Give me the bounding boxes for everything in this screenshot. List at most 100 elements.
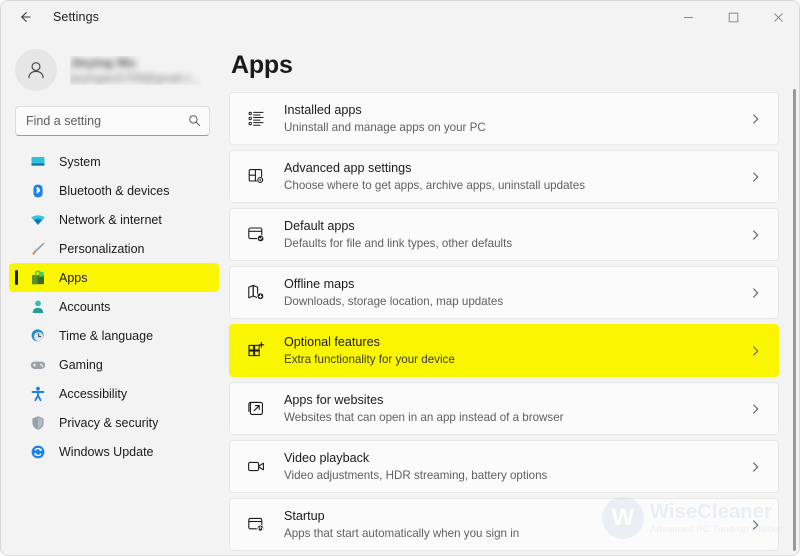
minimize-button[interactable] — [666, 1, 711, 33]
settings-card-startup[interactable]: Startup Apps that start automatically wh… — [229, 498, 779, 551]
sidebar-item-label: Apps — [59, 270, 88, 285]
monitor-icon — [29, 153, 46, 170]
card-title: Installed apps — [284, 102, 362, 117]
sidebar-item-windows-update[interactable]: Windows Update — [9, 437, 219, 466]
search-container — [15, 106, 210, 136]
settings-card-offline-maps[interactable]: Offline maps Downloads, storage location… — [229, 266, 779, 319]
page-title: Apps — [231, 51, 293, 79]
window-title: Settings — [53, 10, 99, 24]
list-icon — [246, 109, 266, 129]
chevron-right-icon — [753, 345, 759, 356]
settings-window: Settings Jieying Wu jieyingwu0709@gmail.… — [0, 0, 800, 556]
settings-card-list: Installed apps Uninstall and manage apps… — [229, 92, 799, 551]
clock-icon — [29, 327, 46, 344]
startup-icon — [246, 515, 266, 535]
account-text: Jieying Wu jieyingwu0709@gmail.c... — [70, 56, 201, 85]
card-text: Offline maps Downloads, storage location… — [284, 277, 503, 309]
person-icon — [28, 62, 44, 79]
wifi-icon — [29, 211, 46, 228]
settings-card-installed-apps[interactable]: Installed apps Uninstall and manage apps… — [229, 92, 779, 145]
maximize-button[interactable] — [711, 1, 756, 33]
video-camera-icon — [246, 457, 266, 477]
sidebar-item-label: Accounts — [59, 299, 111, 314]
account-email: jieyingwu0709@gmail.c... — [70, 72, 201, 85]
sidebar-item-personalization[interactable]: Personalization — [9, 234, 219, 263]
selection-indicator — [15, 270, 18, 285]
settings-card-advanced-app-settings[interactable]: Advanced app settings Choose where to ge… — [229, 150, 779, 203]
card-title: Apps for websites — [284, 392, 384, 407]
sidebar-item-gaming[interactable]: Gaming — [9, 350, 219, 379]
card-title: Optional features — [284, 334, 380, 349]
card-text: Installed apps Uninstall and manage apps… — [284, 103, 486, 135]
card-title: Video playback — [284, 450, 370, 465]
back-button[interactable] — [10, 2, 40, 32]
sidebar-item-network-internet[interactable]: Network & internet — [9, 205, 219, 234]
close-button[interactable] — [756, 1, 799, 33]
shield-icon — [29, 414, 46, 431]
sidebar-item-privacy-security[interactable]: Privacy & security — [9, 408, 219, 437]
app-settings-icon — [246, 167, 266, 187]
card-subtitle: Apps that start automatically when you s… — [284, 526, 520, 540]
account-name: Jieying Wu — [70, 55, 136, 70]
search-input[interactable] — [15, 106, 210, 136]
card-text: Video playback Video adjustments, HDR st… — [284, 451, 547, 483]
sidebar-item-apps[interactable]: Apps — [9, 263, 219, 292]
chevron-right-icon — [753, 113, 759, 124]
card-subtitle: Uninstall and manage apps on your PC — [284, 120, 486, 134]
card-title: Default apps — [284, 218, 355, 233]
gamepad-icon — [29, 356, 46, 373]
sidebar-item-label: Windows Update — [59, 444, 154, 459]
main-scrollbar[interactable] — [792, 89, 796, 555]
sidebar-item-label: Accessibility — [59, 386, 128, 401]
settings-card-video-playback[interactable]: Video playback Video adjustments, HDR st… — [229, 440, 779, 493]
chevron-right-icon — [753, 403, 759, 414]
map-icon — [246, 283, 266, 303]
card-text: Startup Apps that start automatically wh… — [284, 509, 519, 541]
account-summary[interactable]: Jieying Wu jieyingwu0709@gmail.c... — [15, 43, 229, 97]
bluetooth-icon — [29, 182, 46, 199]
title-bar: Settings — [1, 1, 799, 33]
sidebar-item-label: System — [59, 154, 101, 169]
open-external-icon — [246, 399, 266, 419]
sidebar-item-label: Network & internet — [59, 212, 162, 227]
sidebar-item-system[interactable]: System — [9, 147, 219, 176]
sidebar-item-label: Gaming — [59, 357, 103, 372]
card-text: Optional features Extra functionality fo… — [284, 335, 455, 367]
sidebar-item-accessibility[interactable]: Accessibility — [9, 379, 219, 408]
sidebar-item-time-language[interactable]: Time & language — [9, 321, 219, 350]
main-content: Apps Installed apps Uninstall and manage… — [229, 33, 799, 555]
card-subtitle: Websites that can open in an app instead… — [284, 410, 564, 424]
card-subtitle: Video adjustments, HDR streaming, batter… — [284, 468, 548, 482]
card-text: Advanced app settings Choose where to ge… — [284, 161, 585, 193]
chevron-right-icon — [753, 461, 759, 472]
card-subtitle: Downloads, storage location, map updates — [284, 294, 504, 308]
card-text: Apps for websites Websites that can open… — [284, 393, 564, 425]
sidebar: Jieying Wu jieyingwu0709@gmail.c... Find… — [1, 33, 229, 555]
settings-card-optional-features[interactable]: Optional features Extra functionality fo… — [229, 324, 779, 377]
card-text: Default apps Defaults for file and link … — [284, 219, 512, 251]
window-controls — [666, 1, 799, 33]
card-subtitle: Extra functionality for your device — [284, 352, 455, 366]
paintbrush-icon — [29, 240, 46, 257]
chevron-right-icon — [753, 519, 759, 530]
sidebar-item-bluetooth-devices[interactable]: Bluetooth & devices — [9, 176, 219, 205]
apps-bag-icon — [29, 269, 46, 286]
default-apps-icon — [246, 225, 266, 245]
sidebar-item-label: Personalization — [59, 241, 145, 256]
settings-card-apps-for-websites[interactable]: Apps for websites Websites that can open… — [229, 382, 779, 435]
chevron-right-icon — [753, 171, 759, 182]
scrollbar-thumb[interactable] — [793, 89, 796, 551]
update-icon — [29, 443, 46, 460]
card-title: Startup — [284, 508, 325, 523]
sidebar-item-accounts[interactable]: Accounts — [9, 292, 219, 321]
card-title: Offline maps — [284, 276, 355, 291]
sidebar-item-label: Bluetooth & devices — [59, 183, 170, 198]
card-title: Advanced app settings — [284, 160, 412, 175]
optional-features-icon — [246, 341, 266, 361]
person-icon — [29, 298, 46, 315]
settings-card-default-apps[interactable]: Default apps Defaults for file and link … — [229, 208, 779, 261]
card-subtitle: Choose where to get apps, archive apps, … — [284, 178, 585, 192]
sidebar-item-label: Time & language — [59, 328, 154, 343]
chevron-right-icon — [753, 287, 759, 298]
chevron-right-icon — [753, 229, 759, 240]
